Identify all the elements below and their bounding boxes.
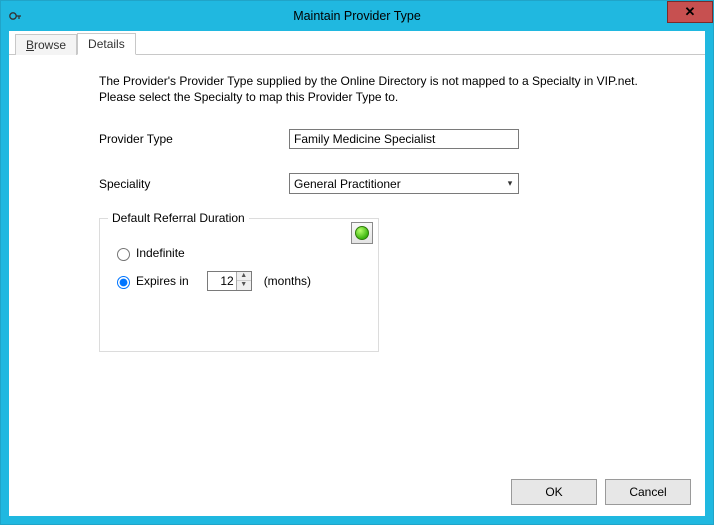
spinner-up-icon[interactable]: ▲ <box>237 272 251 281</box>
radio-row-indefinite: Indefinite <box>112 245 366 261</box>
intro-line1: The Provider's Provider Type supplied by… <box>99 74 638 88</box>
tab-browse-rest: rowse <box>34 38 66 52</box>
ok-button[interactable]: OK <box>511 479 597 505</box>
label-provider-type: Provider Type <box>99 132 289 146</box>
radio-indefinite-label: Indefinite <box>136 246 185 260</box>
fieldset-default-referral-duration: Default Referral Duration Indefinite Exp… <box>99 218 379 352</box>
titlebar: Maintain Provider Type ✕ <box>1 1 713 31</box>
spinner-down-icon[interactable]: ▼ <box>237 281 251 290</box>
spinner-buttons: ▲ ▼ <box>236 272 251 290</box>
tab-details[interactable]: Details <box>77 33 136 55</box>
dialog-footer: OK Cancel <box>9 468 705 516</box>
close-icon: ✕ <box>685 4 696 20</box>
speciality-select[interactable]: General Practitioner ▾ <box>289 173 519 194</box>
speciality-value: General Practitioner <box>294 177 502 191</box>
label-speciality: Speciality <box>99 177 289 191</box>
client-area: Browse Details The Provider's Provider T… <box>1 31 713 524</box>
row-speciality: Speciality General Practitioner ▾ <box>99 173 685 194</box>
radio-expires-label: Expires in <box>136 274 189 288</box>
radio-row-expires: Expires in ▲ ▼ (months) <box>112 271 366 291</box>
window-title: Maintain Provider Type <box>1 9 713 23</box>
chevron-down-icon: ▾ <box>502 178 518 189</box>
intro-text: The Provider's Provider Type supplied by… <box>99 73 659 105</box>
months-suffix: (months) <box>264 274 311 288</box>
help-button[interactable] <box>351 222 373 244</box>
info-icon <box>355 226 369 240</box>
fieldset-legend: Default Referral Duration <box>108 211 249 225</box>
months-spinner[interactable]: ▲ ▼ <box>207 271 252 291</box>
tab-strip: Browse Details <box>9 33 705 55</box>
tab-browse[interactable]: Browse <box>15 34 77 55</box>
radio-expires-in[interactable] <box>117 276 130 289</box>
intro-line2: Please select the Specialty to map this … <box>99 90 398 104</box>
provider-type-input[interactable] <box>289 129 519 149</box>
months-input[interactable] <box>208 272 236 290</box>
close-button[interactable]: ✕ <box>667 1 713 23</box>
row-provider-type: Provider Type <box>99 129 685 149</box>
radio-indefinite[interactable] <box>117 248 130 261</box>
details-panel: The Provider's Provider Type supplied by… <box>9 55 705 468</box>
system-icon <box>7 8 23 24</box>
window-frame: Maintain Provider Type ✕ Browse Details … <box>0 0 714 525</box>
cancel-button[interactable]: Cancel <box>605 479 691 505</box>
